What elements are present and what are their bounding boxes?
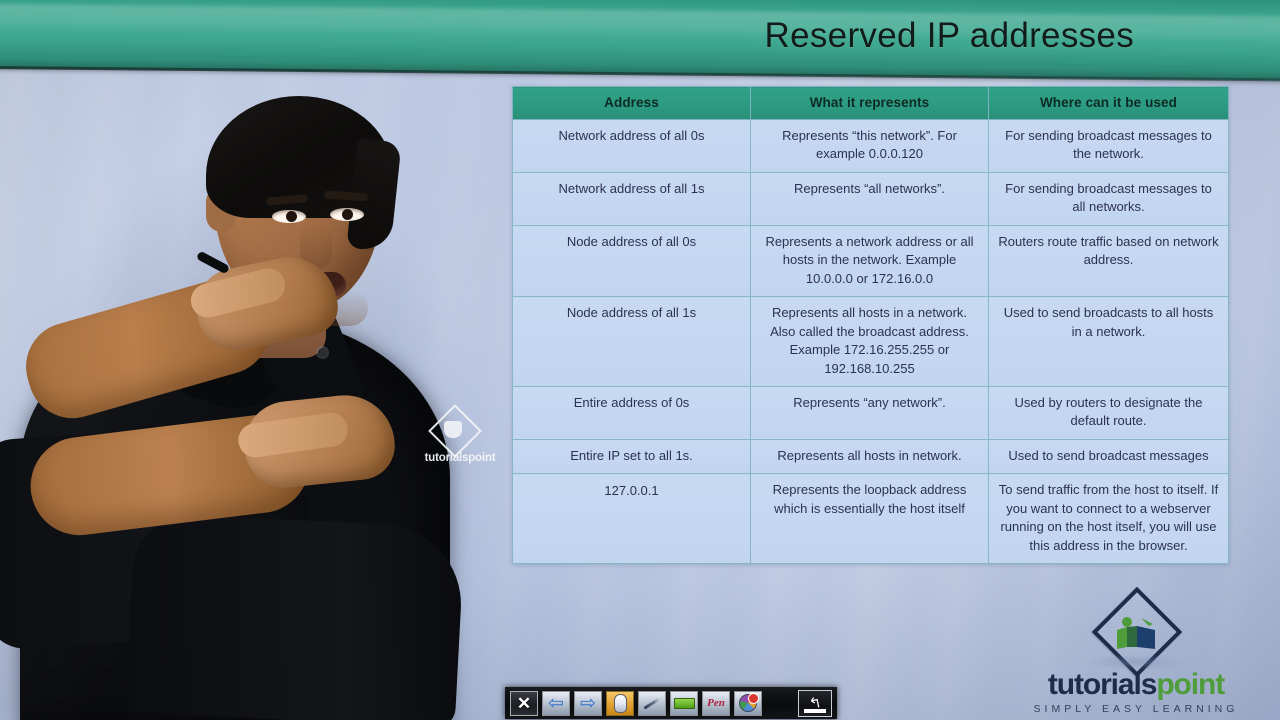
table-row: Node address of all 0s Represents a netw… bbox=[512, 224, 1229, 298]
arrow-right-icon: ⇨ bbox=[580, 692, 596, 714]
cell-represents: Represents the loopback address which is… bbox=[750, 473, 989, 565]
logo-mark bbox=[1002, 586, 1270, 678]
cell-address: Network address of all 1s bbox=[512, 171, 751, 226]
table-row: 127.0.0.1 Represents the loopback addres… bbox=[512, 473, 1229, 565]
highlighter-icon bbox=[673, 697, 695, 709]
previous-slide-button[interactable]: ⇦ bbox=[542, 690, 570, 716]
cell-address: Node address of all 1s bbox=[512, 296, 751, 387]
presenter-pupil-left bbox=[286, 211, 297, 222]
cell-usage: To send traffic from the host to itself.… bbox=[988, 473, 1229, 565]
logo-word-tutorials: tutorials bbox=[1047, 668, 1158, 701]
pen-button[interactable] bbox=[638, 690, 666, 716]
cell-represents: Represents “this network”. For example 0… bbox=[750, 119, 989, 173]
pointer-button[interactable] bbox=[606, 690, 634, 716]
page-title: Reserved IP addresses bbox=[764, 16, 1134, 55]
table-row: Node address of all 1s Represents all ho… bbox=[512, 296, 1229, 387]
exit-bar-icon bbox=[804, 708, 826, 713]
cell-represents: Represents all hosts in network. bbox=[750, 438, 989, 475]
shirt-logo: tutorialspoint bbox=[404, 404, 516, 474]
column-header-address: Address bbox=[512, 86, 751, 120]
presenter-lapel-microphone bbox=[318, 348, 327, 357]
cell-address: Network address of all 0s bbox=[512, 119, 751, 173]
logo-wordmark: tutorialspoint bbox=[1002, 670, 1270, 700]
cell-usage: Used by routers to designate the default… bbox=[988, 385, 1229, 440]
table-header-row: Address What it represents Where can it … bbox=[512, 86, 1229, 120]
mouse-pointer-icon bbox=[613, 693, 627, 713]
arrow-left-icon: ⇦ bbox=[548, 692, 564, 714]
cell-address: Node address of all 0s bbox=[512, 224, 751, 298]
color-badge-icon bbox=[748, 692, 759, 704]
pen-icon bbox=[643, 696, 661, 710]
close-button[interactable]: ✕ bbox=[510, 690, 538, 716]
table-row: Network address of all 0s Represents “th… bbox=[512, 119, 1229, 173]
cell-represents: Represents a network address or all host… bbox=[750, 224, 989, 298]
table-row: Entire IP set to all 1s. Represents all … bbox=[512, 438, 1229, 475]
cell-represents: Represents “any network”. bbox=[750, 385, 989, 440]
shirt-logo-wordmark: tutorialspoint bbox=[424, 452, 496, 464]
exit-presentation-button[interactable]: ↰ bbox=[798, 689, 832, 717]
next-slide-button[interactable]: ⇨ bbox=[574, 690, 602, 716]
close-icon: ✕ bbox=[516, 693, 532, 713]
highlighter-button[interactable] bbox=[670, 690, 698, 716]
cell-address: 127.0.0.1 bbox=[512, 473, 751, 565]
presentation-toolbar[interactable]: ✕ ⇦ ⇨ Pen ↰ bbox=[505, 687, 837, 719]
cell-usage: For sending broadcast messages to all ne… bbox=[988, 171, 1229, 226]
presenter-pupil-right bbox=[342, 209, 353, 220]
presenter-upper-arm-right bbox=[124, 511, 466, 720]
table-row: Entire address of 0s Represents “any net… bbox=[512, 385, 1229, 440]
column-header-represents: What it represents bbox=[750, 86, 989, 120]
presentation-video-frame: Reserved IP addresses Address What it re… bbox=[0, 0, 1280, 720]
tutorialspoint-logo: tutorialspoint SIMPLY EASY LEARNING bbox=[1002, 586, 1270, 715]
logo-book-person-icon bbox=[1117, 617, 1155, 649]
cell-address: Entire address of 0s bbox=[512, 385, 751, 440]
cell-usage: Routers route traffic based on network a… bbox=[988, 224, 1229, 298]
reserved-ip-addresses-table: Address What it represents Where can it … bbox=[512, 86, 1229, 565]
cell-represents: Represents “all networks”. bbox=[750, 171, 989, 226]
table-row: Network address of all 1s Represents “al… bbox=[512, 171, 1229, 226]
logo-tagline: SIMPLY EASY LEARNING bbox=[1033, 703, 1239, 715]
cell-usage: Used to send broadcast messages bbox=[988, 438, 1229, 475]
cell-usage: For sending broadcast messages to the ne… bbox=[988, 119, 1229, 173]
logo-word-point: point bbox=[1156, 668, 1225, 701]
cell-usage: Used to send broadcasts to all hosts in … bbox=[988, 296, 1229, 387]
presenter-person: tutorialspoint bbox=[0, 0, 520, 720]
pen-label-icon: Pen bbox=[707, 696, 725, 709]
ink-color-button[interactable] bbox=[734, 690, 762, 716]
column-header-usage: Where can it be used bbox=[988, 86, 1229, 120]
shirt-logo-book-icon bbox=[444, 421, 462, 438]
cell-address: Entire IP set to all 1s. bbox=[512, 438, 751, 475]
cell-represents: Represents all hosts in a network. Also … bbox=[750, 296, 989, 387]
pen-options-button[interactable]: Pen bbox=[702, 690, 730, 716]
